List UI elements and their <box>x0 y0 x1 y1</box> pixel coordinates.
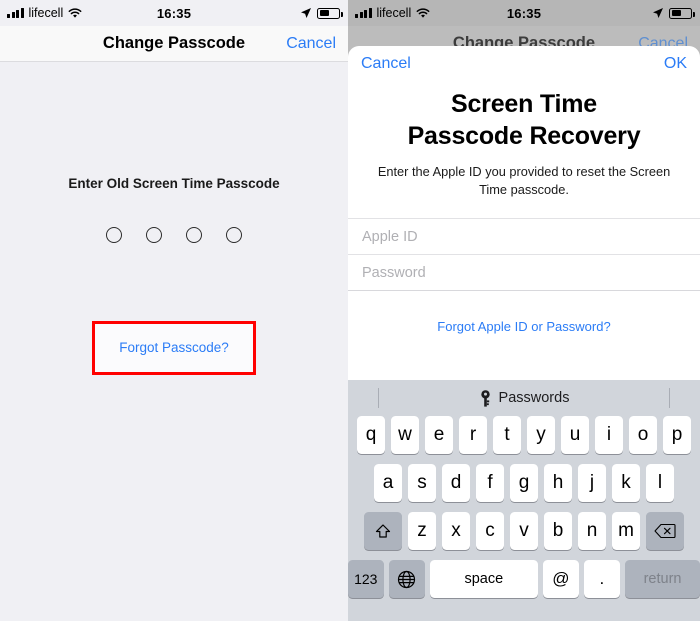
key-n[interactable]: n <box>577 512 607 550</box>
sheet-title-line2: Passcode Recovery <box>407 122 641 150</box>
status-bar-clock: 16:35 <box>156 5 192 21</box>
key-p[interactable]: p <box>662 416 692 454</box>
at-key[interactable]: @ <box>543 560 579 598</box>
key-q[interactable]: q <box>356 416 386 454</box>
key-icon <box>479 389 492 407</box>
right-phone-screen: lifecell 16:35 Change Passcode Cancel Ca… <box>348 0 700 621</box>
sheet-toolbar: Cancel OK <box>348 46 700 82</box>
globe-icon[interactable] <box>389 560 425 598</box>
key-m[interactable]: m <box>611 512 641 550</box>
battery-icon <box>317 7 343 19</box>
keyboard-row-1: q w e r t y u i o p <box>348 416 700 454</box>
screenshot-stage: lifecell 16:35 Change Passcode Cancel En… <box>0 0 700 621</box>
numbers-key[interactable]: 123 <box>348 560 384 598</box>
key-h[interactable]: h <box>543 464 573 502</box>
key-u[interactable]: u <box>560 416 590 454</box>
key-s[interactable]: s <box>407 464 437 502</box>
key-j[interactable]: j <box>577 464 607 502</box>
passcode-dots <box>0 227 348 243</box>
passcode-prompt: Enter Old Screen Time Passcode <box>68 176 280 191</box>
apple-id-field[interactable]: Apple ID <box>348 219 700 256</box>
on-screen-keyboard: Passwords q w e r t y u i o p a s d f g … <box>348 380 700 621</box>
sheet-title-line1: Screen Time <box>450 90 598 118</box>
key-v[interactable]: v <box>509 512 539 550</box>
key-f[interactable]: f <box>475 464 505 502</box>
left-phone-screen: lifecell 16:35 Change Passcode Cancel En… <box>0 0 348 621</box>
key-w[interactable]: w <box>390 416 420 454</box>
space-key[interactable]: space <box>430 560 538 598</box>
forgot-apple-id-link[interactable]: Forgot Apple ID or Password? <box>348 319 700 334</box>
battery-icon <box>669 7 695 19</box>
backspace-icon[interactable] <box>645 512 684 550</box>
key-y[interactable]: y <box>526 416 556 454</box>
period-key[interactable]: . <box>584 560 620 598</box>
left-nav-bar: Change Passcode Cancel <box>0 26 348 62</box>
keyboard-row-2: a s d f g h j k l <box>348 464 700 502</box>
shift-arrow-icon[interactable] <box>364 512 403 550</box>
keyboard-row-4: 123 space @ . return <box>348 560 700 598</box>
key-k[interactable]: k <box>611 464 641 502</box>
forgot-passcode-button[interactable]: Forgot Passcode? <box>92 321 256 375</box>
status-bar-right-group <box>652 7 695 19</box>
key-x[interactable]: x <box>441 512 471 550</box>
key-i[interactable]: i <box>594 416 624 454</box>
passcode-dot <box>106 227 122 243</box>
passcode-recovery-sheet: Cancel OK Screen Time Passcode Recovery … <box>348 46 700 621</box>
sheet-ok-button[interactable]: OK <box>664 55 687 73</box>
password-field[interactable]: Password <box>348 255 700 292</box>
key-z[interactable]: z <box>407 512 437 550</box>
right-status-bar: lifecell 16:35 <box>348 0 700 26</box>
key-b[interactable]: b <box>543 512 573 550</box>
key-c[interactable]: c <box>475 512 505 550</box>
recovery-form: Apple ID Password <box>348 218 700 292</box>
keyboard-suggestion-bar: Passwords <box>348 380 700 416</box>
cancel-button[interactable]: Cancel <box>286 35 336 53</box>
passcode-dot <box>186 227 202 243</box>
location-arrow-icon <box>300 7 312 19</box>
passcode-dot <box>226 227 242 243</box>
status-bar-clock: 16:35 <box>506 5 542 21</box>
left-status-bar: lifecell 16:35 <box>0 0 348 26</box>
toolbar-separator-right <box>669 388 670 408</box>
key-l[interactable]: l <box>645 464 675 502</box>
key-e[interactable]: e <box>424 416 454 454</box>
sheet-subtitle: Enter the Apple ID you provided to reset… <box>377 164 671 197</box>
sheet-title: Screen Time Passcode Recovery <box>348 88 700 152</box>
status-bar-right-group <box>300 7 343 19</box>
passwords-button[interactable]: Passwords <box>499 390 570 406</box>
toolbar-separator-left <box>378 388 379 408</box>
key-o[interactable]: o <box>628 416 658 454</box>
key-d[interactable]: d <box>441 464 471 502</box>
keyboard-row-3: z x c v b n m <box>348 512 700 550</box>
passcode-dot <box>146 227 162 243</box>
key-g[interactable]: g <box>509 464 539 502</box>
key-t[interactable]: t <box>492 416 522 454</box>
key-a[interactable]: a <box>373 464 403 502</box>
return-key[interactable]: return <box>625 560 700 598</box>
forgot-passcode-annotation: Forgot Passcode? <box>0 321 348 375</box>
key-r[interactable]: r <box>458 416 488 454</box>
sheet-cancel-button[interactable]: Cancel <box>361 55 411 73</box>
location-arrow-icon <box>652 7 664 19</box>
